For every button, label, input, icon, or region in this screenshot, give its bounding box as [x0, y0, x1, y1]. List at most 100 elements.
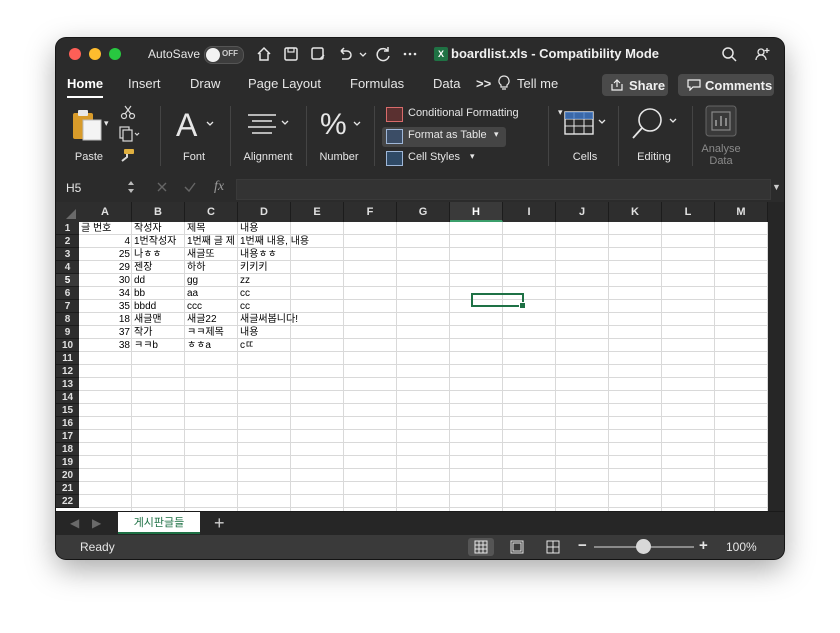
column-header-j[interactable]: J: [556, 202, 609, 222]
cell-b4[interactable]: 젠장: [134, 261, 183, 274]
column-header-b[interactable]: B: [132, 202, 185, 222]
undo-icon[interactable]: [336, 45, 354, 63]
confirm-formula-icon[interactable]: [183, 180, 197, 199]
font-label[interactable]: Font: [174, 151, 214, 163]
more-icon[interactable]: [401, 45, 419, 63]
zoom-level[interactable]: 100%: [726, 540, 757, 554]
cells-label[interactable]: Cells: [564, 151, 606, 163]
analyse-data-label[interactable]: Analyse Data: [698, 143, 744, 167]
cell-d2[interactable]: 1번째 내용, 내용: [240, 235, 309, 248]
zoom-out-button[interactable]: −: [578, 537, 587, 554]
cell-a10[interactable]: 38: [81, 339, 130, 352]
cell-b5[interactable]: dd: [134, 274, 183, 287]
cell-b3[interactable]: 나ㅎㅎ: [134, 248, 183, 261]
row-header-2[interactable]: 2: [56, 235, 79, 248]
row-header-7[interactable]: 7: [56, 300, 79, 313]
add-sheet-button[interactable]: +: [214, 513, 225, 534]
row-header-10[interactable]: 10: [56, 339, 79, 352]
row-header-1[interactable]: 1: [56, 222, 79, 235]
row-header-16[interactable]: 16: [56, 417, 79, 430]
column-header-m[interactable]: M: [715, 202, 768, 222]
share-button[interactable]: Share: [602, 74, 668, 96]
paste-label[interactable]: Paste: [68, 151, 110, 163]
cell-b1[interactable]: 작성자: [134, 222, 183, 235]
tab-page-layout[interactable]: Page Layout: [248, 76, 321, 91]
cell-d3[interactable]: 내용ㅎㅎ: [240, 248, 289, 261]
tell-me-search[interactable]: Tell me: [517, 76, 558, 91]
cell-area[interactable]: 글 번호 작성자 제목 내용 4 1번작성자 1번째 글 제 1번째 내용, 내용 25 나ㅎㅎ 새…: [79, 222, 784, 511]
cell-c6[interactable]: aa: [187, 287, 236, 300]
close-window-button[interactable]: [69, 48, 81, 60]
row-header-17[interactable]: 17: [56, 430, 79, 443]
column-header-h[interactable]: H: [450, 202, 503, 222]
column-header-e[interactable]: E: [291, 202, 344, 222]
format-painter-icon[interactable]: [119, 148, 135, 169]
column-header-g[interactable]: G: [397, 202, 450, 222]
cell-d5[interactable]: zz: [240, 274, 289, 287]
cells-icon[interactable]: [563, 108, 609, 143]
cell-b9[interactable]: 작가: [134, 326, 183, 339]
select-all-button[interactable]: [56, 202, 79, 222]
cell-b10[interactable]: ㅋㅋb: [134, 339, 183, 352]
insert-function-icon[interactable]: fx: [214, 179, 224, 195]
cell-a2[interactable]: 4: [81, 235, 130, 248]
row-header-19[interactable]: 19: [56, 456, 79, 469]
chevron-down-icon[interactable]: [354, 45, 367, 63]
row-header-15[interactable]: 15: [56, 404, 79, 417]
font-icon[interactable]: A: [174, 106, 216, 147]
column-header-f[interactable]: F: [344, 202, 397, 222]
redo-icon[interactable]: [374, 45, 392, 63]
page-break-view-button[interactable]: [540, 538, 566, 556]
cell-c10[interactable]: ㅎㅎa: [187, 339, 236, 352]
alignment-icon[interactable]: [246, 112, 292, 141]
tabs-overflow-button[interactable]: >>: [476, 76, 491, 91]
sheet-tab-active[interactable]: 게시판글들: [118, 512, 200, 534]
minimize-window-button[interactable]: [89, 48, 101, 60]
cell-a1[interactable]: 글 번호: [81, 222, 130, 235]
row-header-13[interactable]: 13: [56, 378, 79, 391]
percent-icon[interactable]: %: [318, 106, 364, 147]
cell-b6[interactable]: bb: [134, 287, 183, 300]
paste-icon[interactable]: [70, 108, 104, 147]
cell-c1[interactable]: 제목: [187, 222, 236, 235]
tab-insert[interactable]: Insert: [128, 76, 161, 91]
cell-c9[interactable]: ㅋㅋ제목: [187, 326, 236, 339]
normal-view-button[interactable]: [468, 538, 494, 556]
autosave-toggle[interactable]: OFF: [204, 46, 244, 64]
worksheet-grid[interactable]: ABCDEFGHIJKLM 1 2 3 4 5 6 7 8 9 10 11 12 13 14 15 16 17 1…: [56, 202, 784, 511]
cell-c5[interactable]: gg: [187, 274, 236, 287]
row-header-9[interactable]: 9: [56, 326, 79, 339]
cell-b8[interactable]: 새글맨: [134, 313, 183, 326]
row-header-4[interactable]: 4: [56, 261, 79, 274]
paste-options-chevron-icon[interactable]: ▾: [104, 118, 109, 129]
zoom-in-button[interactable]: +: [699, 537, 708, 554]
cell-c7[interactable]: ccc: [187, 300, 236, 313]
cell-b2[interactable]: 1번작성자: [134, 235, 183, 248]
alignment-label[interactable]: Alignment: [238, 151, 298, 163]
zoom-slider-knob[interactable]: [636, 539, 651, 554]
active-cell-selection[interactable]: [471, 293, 526, 309]
row-header-3[interactable]: 3: [56, 248, 79, 261]
cell-b7[interactable]: bbdd: [134, 300, 183, 313]
cell-a6[interactable]: 34: [81, 287, 130, 300]
number-label[interactable]: Number: [314, 151, 364, 163]
cell-c4[interactable]: 하하: [187, 261, 236, 274]
cell-a9[interactable]: 37: [81, 326, 130, 339]
share-people-icon[interactable]: [754, 45, 772, 63]
cell-c3[interactable]: 새글또: [187, 248, 236, 261]
row-header-6[interactable]: 6: [56, 287, 79, 300]
column-header-c[interactable]: C: [185, 202, 238, 222]
column-header-d[interactable]: D: [238, 202, 291, 222]
column-header-k[interactable]: K: [609, 202, 662, 222]
page-layout-view-button[interactable]: [504, 538, 530, 556]
cell-d7[interactable]: cc: [240, 300, 289, 313]
row-header-12[interactable]: 12: [56, 365, 79, 378]
next-sheet-icon[interactable]: ▶: [92, 516, 101, 530]
copy-icon[interactable]: [118, 126, 140, 147]
cut-icon[interactable]: [120, 104, 136, 125]
name-box-stepper-icon[interactable]: [126, 178, 136, 201]
cancel-formula-icon[interactable]: [155, 180, 169, 199]
save-as-icon[interactable]: [309, 45, 327, 63]
prev-sheet-icon[interactable]: ◀: [70, 516, 79, 530]
row-header-11[interactable]: 11: [56, 352, 79, 365]
